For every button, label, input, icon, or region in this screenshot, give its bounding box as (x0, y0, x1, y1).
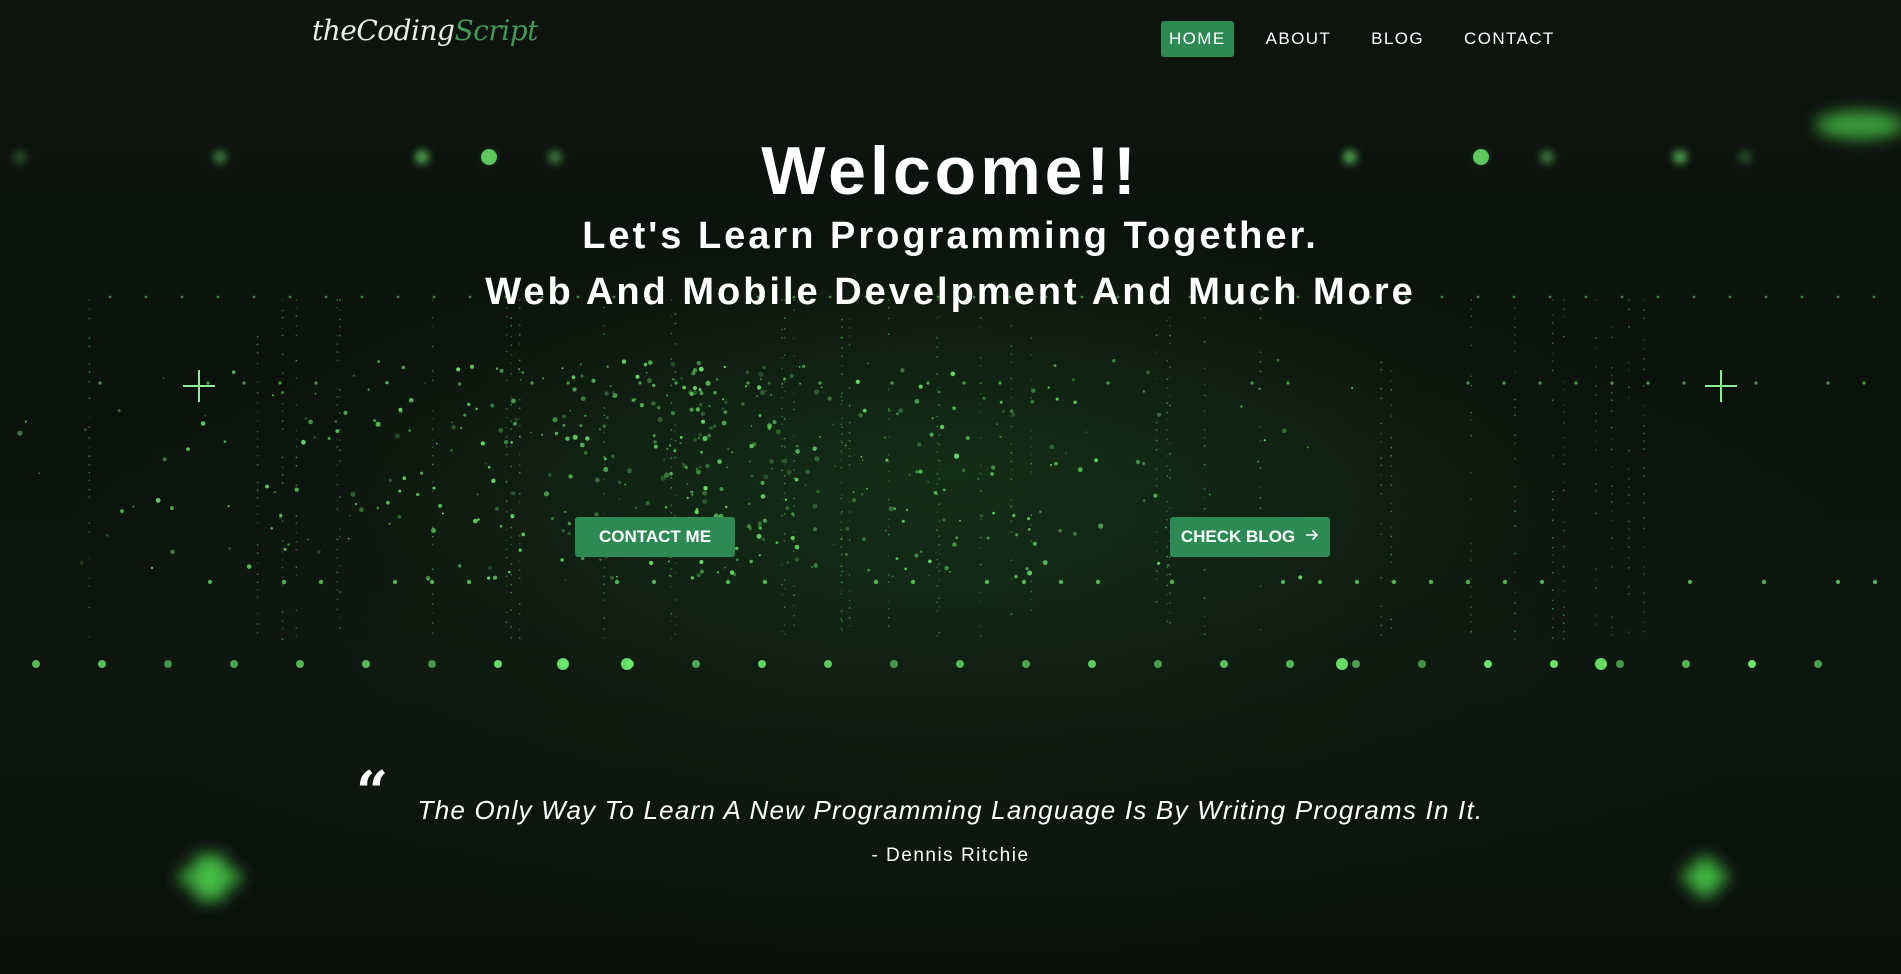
quote-text: The Only Way To Learn A New Programming … (417, 795, 1484, 825)
logo-text-accent: Script (454, 14, 538, 47)
nav-contact[interactable]: CONTACT (1456, 21, 1563, 57)
hero-subtitle-2: Web And Mobile Develpment And Much More (485, 271, 1416, 313)
check-blog-button[interactable]: CHECK BLOG (1170, 517, 1330, 557)
check-blog-label: CHECK BLOG (1180, 527, 1296, 546)
quote-author: - Dennis Ritchie (871, 845, 1030, 866)
logo-text-primary: theCoding (312, 14, 455, 47)
site-logo[interactable]: theCodingScript (312, 14, 538, 47)
hero-subtitle-1: Let's Learn Programming Together. (582, 215, 1319, 257)
contact-me-button[interactable]: CONTACT ME (575, 517, 735, 557)
nav-home[interactable]: HOME (1161, 21, 1234, 57)
main-nav: HOME ABOUT BLOG CONTACT (1161, 21, 1587, 57)
nav-about[interactable]: ABOUT (1258, 21, 1340, 57)
contact-me-label: CONTACT ME (598, 527, 712, 546)
navbar: theCodingScript HOME ABOUT BLOG CONTACT (0, 0, 1901, 80)
nav-blog[interactable]: BLOG (1363, 21, 1432, 57)
arrow-right-icon (1305, 527, 1319, 547)
hero-title: Welcome!! (761, 133, 1140, 209)
